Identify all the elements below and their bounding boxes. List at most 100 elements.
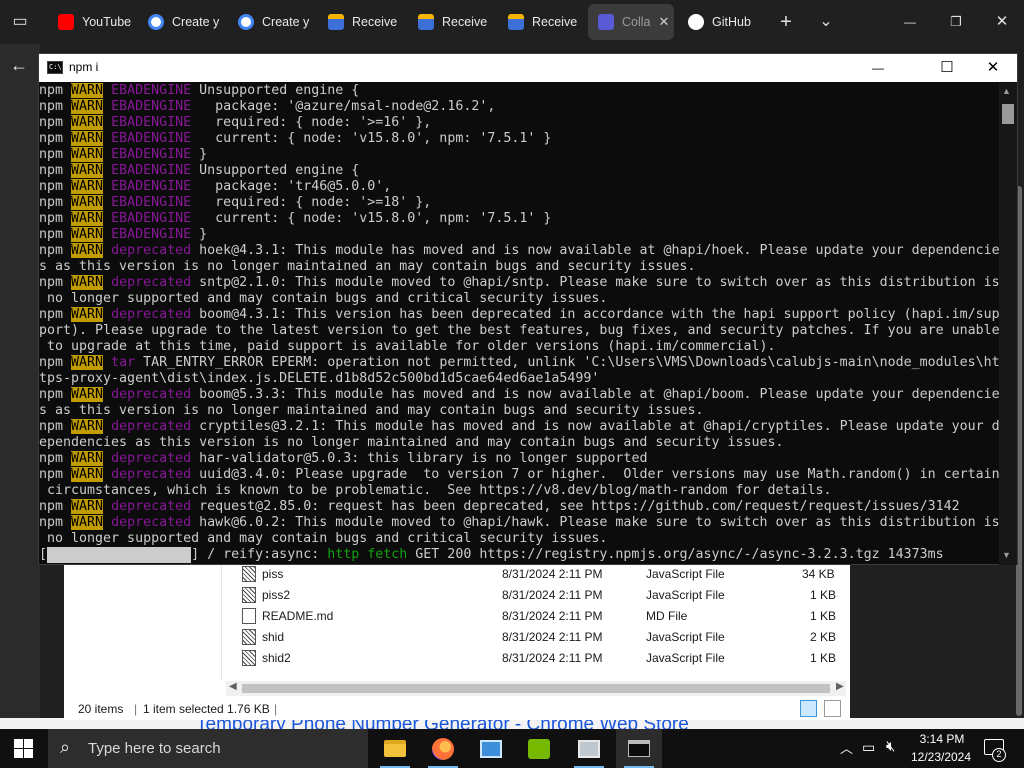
tab-colla[interactable]: Colla ✕ bbox=[588, 4, 674, 40]
nvidia-taskbar-button[interactable] bbox=[516, 729, 562, 768]
terminal-text: hawk@6.0.2: This module moved to @hapi/h… bbox=[191, 515, 999, 530]
warn-badge: WARN bbox=[71, 179, 104, 194]
terminal-close-button[interactable]: ✕ bbox=[970, 54, 1016, 82]
file-row[interactable]: README.md 8/31/2024 2:11 PM MD File 1 KB bbox=[222, 606, 842, 627]
tab-create-2[interactable]: Create y bbox=[228, 4, 314, 40]
explorer-scrollbar-thumb[interactable] bbox=[242, 684, 830, 693]
warn-badge: WARN bbox=[71, 499, 104, 514]
tray-chevron-icon[interactable]: ︿ bbox=[840, 738, 853, 757]
tab-close-icon[interactable]: ✕ bbox=[659, 14, 670, 30]
file-size: 34 KB bbox=[802, 567, 835, 581]
new-tab-button[interactable]: + bbox=[774, 10, 798, 34]
network-icon[interactable]: ▭ bbox=[862, 739, 875, 756]
terminal-line: npm WARN deprecated hawk@6.0.2: This mod… bbox=[39, 515, 999, 531]
terminal-scrollbar-thumb[interactable] bbox=[1002, 104, 1014, 124]
tab-youtube[interactable]: YouTube bbox=[48, 4, 134, 40]
control-panel-taskbar-button[interactable] bbox=[468, 729, 514, 768]
large-icons-view-button[interactable] bbox=[824, 700, 841, 717]
terminal-token: EBADENGINE bbox=[111, 147, 192, 162]
tab-label: Create y bbox=[172, 15, 220, 29]
terminal-text: npm bbox=[39, 307, 72, 322]
photos-taskbar-button[interactable] bbox=[566, 729, 612, 768]
terminal-line: npm WARN EBADENGINE required: { node: '>… bbox=[39, 195, 999, 211]
tab-receive-2[interactable]: Receive bbox=[408, 4, 494, 40]
browser-restore-button[interactable]: ❐ bbox=[944, 10, 968, 34]
warn-badge: WARN bbox=[71, 275, 104, 290]
warn-badge: WARN bbox=[71, 355, 104, 370]
github-icon bbox=[688, 14, 704, 30]
terminal-text: circumstances, which is known to be prob… bbox=[39, 483, 832, 498]
tab-receive-1[interactable]: Receive bbox=[318, 4, 404, 40]
terminal-text: npm bbox=[39, 131, 72, 146]
terminal-line: no longer supported and may contain bugs… bbox=[39, 531, 999, 547]
terminal-text: sntp@2.1.0: This module moved to @hapi/s… bbox=[191, 275, 999, 290]
file-row[interactable]: piss2 8/31/2024 2:11 PM JavaScript File … bbox=[222, 585, 842, 606]
scroll-up-arrow-icon[interactable]: ▲ bbox=[1002, 86, 1011, 96]
file-row[interactable]: shid 8/31/2024 2:11 PM JavaScript File 2… bbox=[222, 627, 842, 648]
file-explorer-taskbar-button[interactable] bbox=[372, 729, 418, 768]
tab-actions-icon[interactable]: ▭ bbox=[8, 10, 32, 34]
details-view-button[interactable] bbox=[800, 700, 817, 717]
terminal-line: npm WARN deprecated request@2.85.0: requ… bbox=[39, 499, 999, 515]
file-explorer-icon bbox=[384, 740, 406, 757]
file-date: 8/31/2024 2:11 PM bbox=[502, 567, 603, 581]
tab-label: GitHub bbox=[712, 15, 751, 29]
file-row[interactable]: shid2 8/31/2024 2:11 PM JavaScript File … bbox=[222, 648, 842, 669]
terminal-minimize-button[interactable]: — bbox=[855, 54, 901, 82]
status-divider: | bbox=[274, 702, 278, 716]
terminal-maximize-button[interactable]: ☐ bbox=[924, 54, 970, 82]
tab-label: YouTube bbox=[82, 15, 132, 29]
scroll-down-arrow-icon[interactable]: ▼ bbox=[1002, 550, 1011, 560]
terminal-text: har-validator@5.0.3: this library is no … bbox=[191, 451, 648, 466]
warn-badge: WARN bbox=[71, 115, 104, 130]
js-file-icon bbox=[242, 566, 256, 582]
volume-muted-icon[interactable]: 🔇︎ bbox=[886, 738, 895, 755]
terminal-line: npm WARN EBADENGINE package: '@azure/msa… bbox=[39, 99, 999, 115]
tab-receive-3[interactable]: Receive bbox=[498, 4, 584, 40]
file-row[interactable]: piss 8/31/2024 2:11 PM JavaScript File 3… bbox=[222, 564, 842, 585]
windows-start-icon[interactable] bbox=[14, 739, 34, 759]
terminal-line: to upgrade at this time, paid support is… bbox=[39, 339, 999, 355]
clock-date[interactable]: 12/23/2024 bbox=[906, 750, 976, 764]
browser-minimize-button[interactable]: — bbox=[898, 10, 922, 34]
terminal-text: s as this version is no longer maintaine… bbox=[39, 259, 696, 274]
js-file-icon bbox=[242, 587, 256, 603]
terminal-line: npm WARN EBADENGINE required: { node: '>… bbox=[39, 115, 999, 131]
terminal-line: npm WARN deprecated boom@4.3.1: This ver… bbox=[39, 307, 999, 323]
terminal-token: EBADENGINE bbox=[111, 99, 192, 114]
scroll-left-arrow-icon[interactable]: ◀ bbox=[229, 681, 237, 692]
tab-github[interactable]: GitHub bbox=[678, 4, 764, 40]
terminal-line: npm WARN deprecated cryptiles@3.2.1: Thi… bbox=[39, 419, 999, 435]
firefox-taskbar-button[interactable] bbox=[420, 729, 466, 768]
file-date: 8/31/2024 2:11 PM bbox=[502, 651, 603, 665]
search-icon: ⌕ bbox=[60, 737, 71, 757]
warn-badge: WARN bbox=[71, 243, 104, 258]
terminal-scrollbar[interactable] bbox=[999, 83, 1017, 565]
terminal-text: ] / reify:async: bbox=[191, 547, 328, 562]
terminal-line: npm WARN EBADENGINE Unsupported engine { bbox=[39, 163, 999, 179]
terminal-taskbar-button[interactable] bbox=[616, 729, 662, 768]
terminal-text: to upgrade at this time, paid support is… bbox=[39, 339, 776, 354]
warn-badge: WARN bbox=[71, 515, 104, 530]
scroll-right-arrow-icon[interactable]: ▶ bbox=[836, 681, 844, 692]
clock-time[interactable]: 3:14 PM bbox=[912, 732, 972, 746]
back-arrow-icon[interactable]: ← bbox=[10, 55, 28, 76]
browser-side-strip bbox=[0, 44, 40, 738]
terminal-token: deprecated bbox=[111, 451, 192, 466]
terminal-text: npm bbox=[39, 147, 72, 162]
terminal-line: port). Please upgrade to the latest vers… bbox=[39, 323, 999, 339]
browser-close-button[interactable]: ✕ bbox=[990, 10, 1014, 34]
file-name: piss bbox=[262, 567, 284, 581]
file-size: 1 KB bbox=[810, 651, 837, 665]
terminal-text: npm bbox=[39, 211, 72, 226]
tab-create-1[interactable]: Create y bbox=[138, 4, 224, 40]
terminal-text: npm bbox=[39, 179, 72, 194]
explorer-navigation-pane[interactable] bbox=[64, 562, 222, 680]
tab-list-chevron-icon[interactable]: ⌄ bbox=[814, 10, 838, 34]
terminal-output[interactable]: npm WARN EBADENGINE Unsupported engine {… bbox=[39, 83, 999, 565]
terminal-text: npm bbox=[39, 243, 72, 258]
terminal-text: no longer supported and may contain bugs… bbox=[39, 531, 608, 546]
